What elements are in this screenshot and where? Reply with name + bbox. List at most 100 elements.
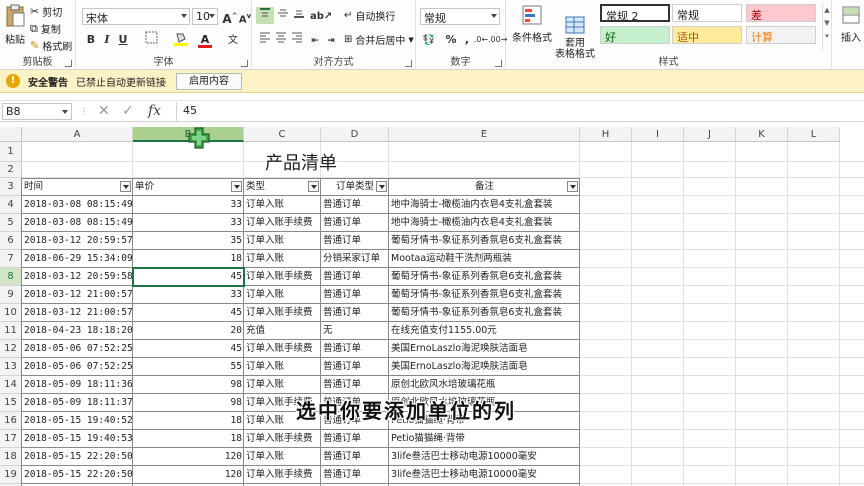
table-cell[interactable]: 33 bbox=[133, 286, 244, 304]
table-cell[interactable]: 订单入账手续费 bbox=[244, 214, 321, 232]
cut-button[interactable]: ✂ 剪切 bbox=[30, 4, 62, 19]
insert-cells-button[interactable]: 插入 bbox=[838, 4, 864, 44]
table-cell[interactable]: 葡萄牙情书-象征系列香氛皂6支礼盒套装 bbox=[389, 286, 580, 304]
row-header-17[interactable]: 17 bbox=[0, 430, 22, 448]
table-cell[interactable]: 3life叁活巴士移动电源10000毫安 bbox=[389, 448, 580, 466]
table-cell[interactable]: 美国ErnoLaszlo海泥唤肤洁面皂 bbox=[389, 358, 580, 376]
table-cell[interactable]: 订单入账 bbox=[244, 358, 321, 376]
formula-input[interactable]: 45 bbox=[176, 102, 864, 121]
row-header-2[interactable]: 2 bbox=[0, 162, 22, 178]
table-header-4[interactable]: 备注 bbox=[389, 178, 580, 196]
table-cell[interactable]: 120 bbox=[133, 466, 244, 484]
merge-center-button[interactable]: ⊞ 合并后居中 ▼ bbox=[344, 32, 414, 47]
table-cell[interactable]: 普通订单 bbox=[321, 304, 389, 322]
table-row[interactable]: 2018-03-08 08:15:49 bbox=[22, 196, 133, 214]
table-cell[interactable]: Petio猫猫绳·背带 bbox=[389, 430, 580, 448]
table-header-1[interactable]: 单价 bbox=[133, 178, 244, 196]
table-cell[interactable]: 地中海骑士-橄榄油内衣皂4支礼盒套装 bbox=[389, 196, 580, 214]
row-header-13[interactable]: 13 bbox=[0, 358, 22, 376]
table-cell[interactable]: 订单入账 bbox=[244, 196, 321, 214]
column-header-e[interactable]: E bbox=[389, 127, 580, 142]
row-header-4[interactable]: 4 bbox=[0, 196, 22, 214]
table-row[interactable]: 2018-03-12 21:00:57 bbox=[22, 304, 133, 322]
paste-button[interactable]: 粘贴 bbox=[2, 4, 28, 46]
column-header-j[interactable]: J bbox=[684, 127, 736, 142]
table-cell[interactable]: 原创北欧风水培玻璃花瓶 bbox=[389, 376, 580, 394]
table-cell[interactable]: 33 bbox=[133, 214, 244, 232]
font-launcher-icon[interactable] bbox=[241, 60, 248, 67]
filter-dropdown-icon[interactable] bbox=[376, 181, 387, 192]
table-row[interactable]: 2018-05-09 18:11:36 bbox=[22, 376, 133, 394]
table-cell[interactable]: 18 bbox=[133, 430, 244, 448]
copy-button[interactable]: ⧉ 复制 bbox=[30, 21, 61, 37]
table-cell[interactable]: 订单入账 bbox=[244, 286, 321, 304]
clipboard-launcher-icon[interactable] bbox=[65, 60, 72, 67]
wrap-text-button[interactable]: ↵ 自动换行 bbox=[344, 8, 395, 23]
row-header-19[interactable]: 19 bbox=[0, 466, 22, 484]
table-row[interactable]: 2018-06-29 15:34:09 bbox=[22, 250, 133, 268]
table-cell[interactable]: 45 bbox=[133, 304, 244, 322]
number-launcher-icon[interactable] bbox=[495, 60, 502, 67]
table-row[interactable]: 2018-03-12 20:59:58 bbox=[22, 268, 133, 286]
table-cell[interactable]: 普通订单 bbox=[321, 358, 389, 376]
table-cell[interactable]: 葡萄牙情书-象征系列香氛皂6支礼盒套装 bbox=[389, 268, 580, 286]
table-cell[interactable]: 普通订单 bbox=[321, 268, 389, 286]
align-bottom-button[interactable] bbox=[290, 7, 308, 24]
table-cell[interactable]: 普通订单 bbox=[321, 448, 389, 466]
filter-dropdown-icon[interactable] bbox=[308, 181, 319, 192]
table-cell[interactable]: 20 bbox=[133, 322, 244, 340]
conditional-format-button[interactable]: 条件格式 bbox=[512, 4, 552, 44]
column-header-d[interactable]: D bbox=[321, 127, 389, 142]
align-right-button[interactable] bbox=[288, 31, 306, 48]
row-header-1[interactable]: 1 bbox=[0, 142, 22, 162]
cancel-icon[interactable]: ✕ bbox=[98, 103, 110, 119]
column-header-c[interactable]: C bbox=[244, 127, 321, 142]
table-row[interactable]: 2018-04-23 18:18:20 bbox=[22, 322, 133, 340]
increase-indent-button[interactable]: ⇥ bbox=[322, 31, 340, 48]
table-cell[interactable]: 无 bbox=[321, 322, 389, 340]
table-row[interactable]: 2018-05-15 19:40:53 bbox=[22, 430, 133, 448]
row-header-12[interactable]: 12 bbox=[0, 340, 22, 358]
table-row[interactable]: 2018-05-15 19:40:52 bbox=[22, 412, 133, 430]
font-size-combo[interactable]: 10 bbox=[192, 8, 218, 25]
gallery-scroll[interactable]: ▲ ▼ ▾ bbox=[822, 4, 831, 50]
table-cell[interactable]: 订单入账手续费 bbox=[244, 340, 321, 358]
orientation-button[interactable]: ab↗ bbox=[310, 7, 332, 24]
underline-button[interactable]: U bbox=[114, 31, 132, 48]
table-cell[interactable]: 普通订单 bbox=[321, 376, 389, 394]
table-cell[interactable]: 订单入账 bbox=[244, 448, 321, 466]
insert-function-icon[interactable]: fx bbox=[148, 103, 161, 119]
cell-style-0[interactable]: 常规 2 bbox=[600, 4, 670, 23]
column-header-l[interactable]: L bbox=[788, 127, 840, 142]
column-header-i[interactable]: I bbox=[632, 127, 684, 142]
table-cell[interactable]: 普通订单 bbox=[321, 214, 389, 232]
table-cell[interactable]: 普通订单 bbox=[321, 196, 389, 214]
drag-handle-icon[interactable]: ⋮ bbox=[80, 107, 88, 116]
table-row[interactable]: 2018-05-09 18:11:37 bbox=[22, 394, 133, 412]
table-cell[interactable]: 普通订单 bbox=[321, 430, 389, 448]
table-row[interactable]: 2018-03-12 20:59:57 bbox=[22, 232, 133, 250]
table-cell[interactable]: 33 bbox=[133, 196, 244, 214]
table-cell[interactable]: 3life叁活巴士移动电源10000毫安 bbox=[389, 466, 580, 484]
table-cell[interactable]: 55 bbox=[133, 358, 244, 376]
row-header-11[interactable]: 11 bbox=[0, 322, 22, 340]
table-cell[interactable]: 45 bbox=[133, 340, 244, 358]
table-row[interactable]: 2018-03-12 21:00:57 bbox=[22, 286, 133, 304]
table-cell[interactable]: 订单入账 bbox=[244, 232, 321, 250]
table-row[interactable]: 2018-05-15 22:20:50 bbox=[22, 466, 133, 484]
table-cell[interactable]: 订单入账 bbox=[244, 250, 321, 268]
table-cell[interactable]: 普通订单 bbox=[321, 466, 389, 484]
filter-dropdown-icon[interactable] bbox=[567, 181, 578, 192]
worksheet-grid[interactable]: ABCDEHIJKL123456789101112131415161718192… bbox=[0, 127, 864, 486]
table-cell[interactable]: 普通订单 bbox=[321, 286, 389, 304]
table-cell[interactable]: 120 bbox=[133, 448, 244, 466]
filter-dropdown-icon[interactable] bbox=[231, 181, 242, 192]
font-name-combo[interactable]: 宋体 bbox=[82, 8, 190, 25]
table-row[interactable]: 2018-05-15 22:20:50 bbox=[22, 448, 133, 466]
table-cell[interactable]: 订单入账 bbox=[244, 376, 321, 394]
align-top-button[interactable] bbox=[256, 7, 274, 24]
row-header-10[interactable]: 10 bbox=[0, 304, 22, 322]
table-cell[interactable]: 订单入账手续费 bbox=[244, 430, 321, 448]
table-cell[interactable]: 葡萄牙情书-象征系列香氛皂6支礼盒套装 bbox=[389, 232, 580, 250]
format-painter-button[interactable]: ✎ 格式刷 bbox=[30, 38, 72, 53]
